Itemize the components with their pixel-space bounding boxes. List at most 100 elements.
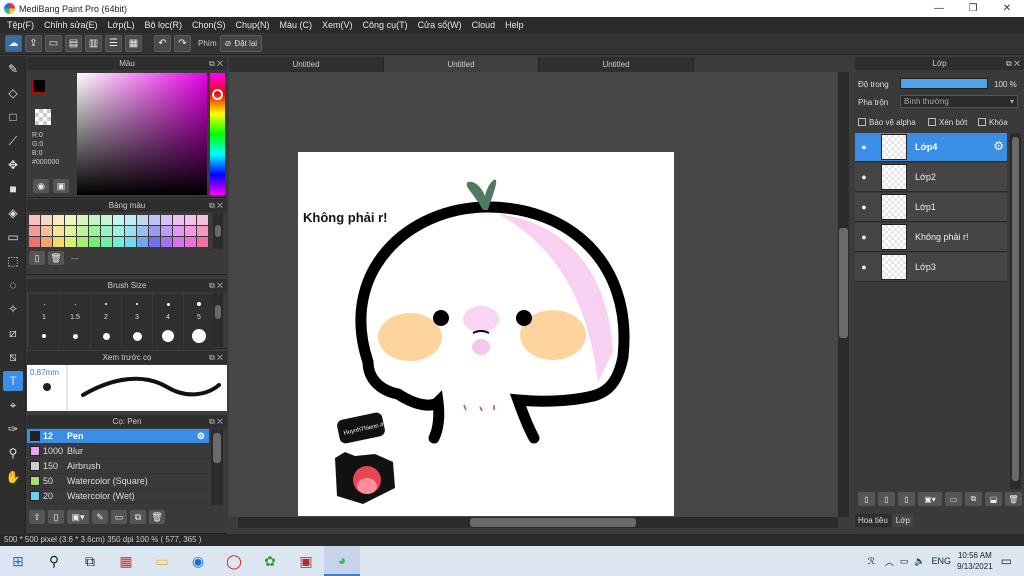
eyedropper-tool-icon[interactable]: ⚲ [3, 443, 23, 463]
windows-start-icon[interactable]: ⊞ [0, 546, 36, 576]
page-icon[interactable]: ▥ [85, 35, 102, 52]
menu-select[interactable]: Chọn(S) [187, 17, 231, 33]
reset-button[interactable]: ⊘ Đặt lại [219, 35, 263, 52]
brush-size-option[interactable]: 5 [184, 294, 214, 322]
palette-swatch[interactable] [137, 237, 148, 247]
rectangle-tool-icon[interactable]: □ [3, 107, 23, 127]
panel-controls-icon[interactable]: ⧉ ✕ [209, 279, 223, 292]
menu-cloud[interactable]: Cloud [467, 17, 501, 33]
color-slider-icon[interactable]: ▣ [53, 179, 69, 193]
palette-swatch[interactable] [113, 226, 124, 236]
palette-swatch[interactable] [77, 237, 88, 247]
brush-list-item[interactable]: 150 Airbrush [27, 459, 209, 474]
text-tool-icon[interactable]: T [3, 371, 23, 391]
visibility-icon[interactable]: ● [855, 232, 873, 242]
new-layer-icon[interactable]: ▯ [858, 492, 875, 506]
menu-window[interactable]: Cửa sổ(W) [413, 17, 467, 33]
panel-controls-icon[interactable]: ⧉ ✕ [209, 199, 223, 212]
brush-list-scrollbar[interactable] [211, 429, 223, 505]
lock-checkbox[interactable]: Khóa [978, 118, 1008, 127]
layer-item[interactable]: ● Lớp3 [855, 253, 1007, 282]
palette-swatch[interactable] [161, 215, 172, 225]
brush-settings-icon[interactable]: ✎ [92, 510, 108, 524]
visibility-icon[interactable]: ● [855, 202, 873, 212]
brush-size-option[interactable] [184, 322, 214, 350]
delete-brush-icon[interactable]: 🗑 [149, 510, 165, 524]
select-eraser-tool-icon[interactable]: ⧅ [3, 347, 23, 367]
palette-swatch[interactable] [29, 237, 40, 247]
new-palette-icon[interactable]: ▯ [29, 251, 45, 265]
panel-controls-icon[interactable]: ⧉ ✕ [1006, 57, 1020, 70]
new-brush-icon[interactable]: ▯ [48, 510, 64, 524]
bucket-tool-icon[interactable]: ◈ [3, 203, 23, 223]
palette-swatch[interactable] [101, 226, 112, 236]
game-app-icon[interactable]: ▣ [288, 546, 324, 576]
palette-swatch[interactable] [173, 215, 184, 225]
palette-swatch[interactable] [173, 226, 184, 236]
tab-untitled-1[interactable]: Untitled [229, 57, 384, 72]
saturation-value-picker[interactable] [77, 73, 207, 195]
lasso-tool-icon[interactable]: ◌ [3, 275, 23, 295]
grid-icon[interactable]: ▦ [125, 35, 142, 52]
network-icon[interactable]: ▭ [900, 556, 909, 567]
palette-swatch[interactable] [113, 215, 124, 225]
brush-size-option[interactable]: 2 [91, 294, 121, 322]
menu-color[interactable]: Màu (C) [275, 17, 318, 33]
add-brush-icon[interactable]: ⇪ [29, 510, 45, 524]
palette-swatch[interactable] [185, 226, 196, 236]
palette-swatch[interactable] [65, 237, 76, 247]
palette-swatch[interactable] [77, 226, 88, 236]
palette-swatch[interactable] [125, 226, 136, 236]
people-icon[interactable]: ℛ [868, 556, 875, 567]
menu-help[interactable]: Help [500, 17, 529, 33]
paint-app-icon[interactable]: ✿ [252, 546, 288, 576]
select-rect-tool-icon[interactable]: ⬚ [3, 251, 23, 271]
brush-size-option[interactable]: 1 [29, 294, 59, 322]
dropper-tool-icon[interactable]: ✑ [3, 419, 23, 439]
store-icon[interactable]: ▦ [108, 546, 144, 576]
palette-swatch[interactable] [41, 226, 52, 236]
menu-file[interactable]: Tệp(F) [2, 17, 39, 33]
tab-untitled-3[interactable]: Untitled [539, 57, 694, 72]
palette-swatch[interactable] [53, 215, 64, 225]
palette-swatch[interactable] [197, 226, 208, 236]
line-tool-icon[interactable]: ⟋ [3, 131, 23, 151]
gear-icon[interactable]: ⚙ [197, 431, 205, 442]
menu-filter[interactable]: Bộ lọc(R) [139, 17, 187, 33]
palette-swatch[interactable] [185, 215, 196, 225]
palette-swatch[interactable] [125, 215, 136, 225]
new-layer-8bit-icon[interactable]: ▯ [878, 492, 895, 506]
blend-mode-select[interactable]: Bình thường ▾ [900, 95, 1018, 108]
notification-icon[interactable]: ▭ [1001, 554, 1012, 568]
foreground-color-swatch[interactable] [32, 79, 46, 93]
duplicate-layer-icon[interactable]: ⧉ [965, 492, 982, 506]
maximize-button[interactable]: ❐ [956, 0, 990, 17]
minimize-button[interactable]: — [922, 0, 956, 17]
brush-size-option[interactable]: 1.5 [60, 294, 90, 322]
palette-swatch[interactable] [41, 215, 52, 225]
palette-swatch[interactable] [65, 226, 76, 236]
delete-layer-icon[interactable]: 🗑 [1005, 492, 1022, 506]
palette-swatch[interactable] [113, 237, 124, 247]
clock[interactable]: 10:56 AM 9/13/2021 [957, 550, 993, 572]
list-icon[interactable]: ☰ [105, 35, 122, 52]
folder-icon[interactable]: ▭ [945, 492, 962, 506]
palette-swatch[interactable] [53, 226, 64, 236]
delete-palette-icon[interactable]: 🗑 [48, 251, 64, 265]
palette-swatch[interactable] [41, 237, 52, 247]
palette-swatch[interactable] [77, 215, 88, 225]
brush-size-option[interactable]: 3 [122, 294, 152, 322]
palette-swatch[interactable] [89, 237, 100, 247]
palette-swatch[interactable] [149, 226, 160, 236]
zalo-icon[interactable]: ◉ [180, 546, 216, 576]
merge-layer-icon[interactable]: ⬓ [985, 492, 1002, 506]
brush-list-item[interactable]: 1000 Blur [27, 444, 209, 459]
copy-brush-icon[interactable]: ⧉ [130, 510, 146, 524]
brush-tool-icon[interactable]: ✎ [3, 59, 23, 79]
palette-swatch[interactable] [29, 226, 40, 236]
chat-icon[interactable]: ▭ [45, 35, 62, 52]
menu-tools[interactable]: Công cụ(T) [358, 17, 413, 33]
brush-size-option[interactable] [122, 322, 152, 350]
palette-swatch[interactable] [53, 237, 64, 247]
brush-options-icon[interactable]: ▣▾ [67, 510, 89, 524]
